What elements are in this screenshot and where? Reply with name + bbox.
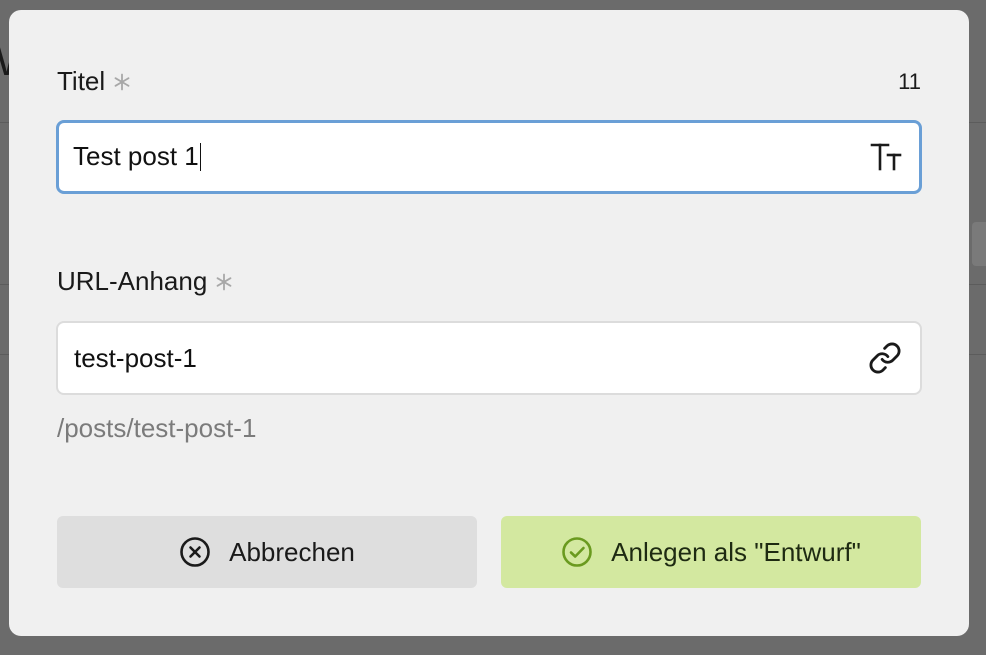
cancel-button[interactable]: Abbrechen bbox=[57, 516, 477, 588]
asterisk-icon bbox=[113, 73, 131, 91]
link-icon bbox=[868, 341, 902, 375]
title-character-counter: 11 bbox=[898, 68, 921, 94]
slug-field-header: URL-Anhang bbox=[57, 266, 921, 297]
title-input[interactable]: Test post 1 bbox=[56, 120, 922, 194]
slug-input-value: test-post-1 bbox=[74, 342, 197, 373]
cancel-button-label: Abbrechen bbox=[229, 536, 355, 567]
slug-label: URL-Anhang bbox=[57, 266, 208, 296]
slug-path-preview: /posts/test-post-1 bbox=[57, 413, 257, 443]
asterisk-icon bbox=[215, 273, 233, 291]
create-draft-button[interactable]: Anlegen als "Entwurf" bbox=[501, 516, 921, 588]
background-side-tab bbox=[972, 222, 986, 266]
create-draft-button-label: Anlegen als "Entwurf" bbox=[611, 536, 861, 567]
slug-input[interactable]: test-post-1 bbox=[56, 321, 922, 395]
create-post-dialog: Titel 11 Test post 1 URL-Anhang test-pos… bbox=[9, 10, 969, 636]
text-size-icon bbox=[869, 140, 903, 174]
text-caret bbox=[199, 142, 202, 171]
circle-check-icon bbox=[561, 536, 593, 568]
title-input-value: Test post 1 bbox=[73, 141, 869, 172]
title-label: Titel bbox=[57, 66, 106, 96]
circle-x-icon bbox=[179, 536, 211, 568]
title-field-header: Titel 11 bbox=[57, 66, 921, 97]
